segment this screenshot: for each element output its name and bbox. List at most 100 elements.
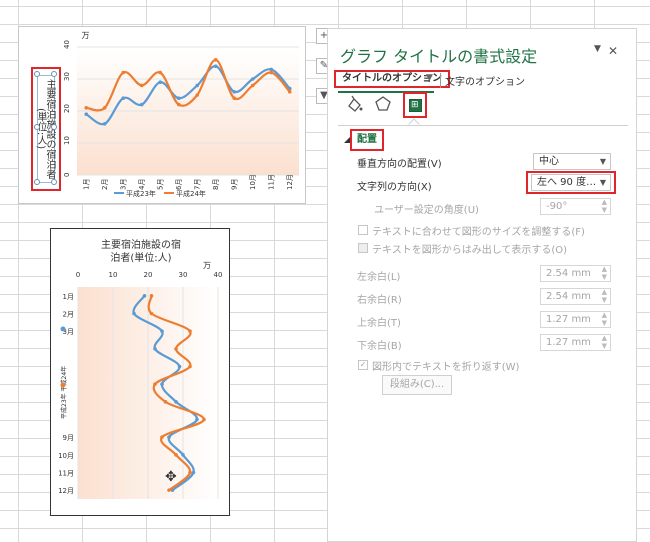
chart-bottom[interactable]: 主要宿泊施設の宿 泊者(単位:人) 万 0 10 20 30 40 1月 2月 3月 9月 10… <box>50 228 230 516</box>
chart-top-point <box>102 122 107 126</box>
chart-top-point <box>213 58 218 62</box>
chart-bottom-point <box>174 400 178 404</box>
size-properties-icon[interactable]: ⊞ <box>403 92 427 118</box>
chart-top[interactable]: 0 10 20 30 40 1月 2月 3月 4月 5月 6月 7月 8月 9月 10月 11月 12月 平成… <box>18 26 306 204</box>
chart-top-point <box>287 90 292 94</box>
chart-bottom-x-tick: 30 <box>179 271 188 279</box>
wrap-text-label: 図形内でテキストを折り返す(W) <box>372 362 520 373</box>
bottom-margin-label: 下余白(B) <box>357 341 402 352</box>
resize-handle[interactable] <box>34 124 40 130</box>
chart-bottom-point <box>149 294 154 298</box>
spinner-arrows-icon[interactable]: ▲ ▼ <box>602 265 607 281</box>
tab-text-options[interactable]: 文字のオプション <box>440 73 525 88</box>
chart-bottom-point <box>132 311 136 316</box>
text-direction-dropdown[interactable]: 左へ 90 度… ▼ <box>531 174 611 191</box>
chart-bottom-point <box>202 417 206 422</box>
pane-menu-icon[interactable]: ▼ <box>594 44 601 54</box>
chart-top-point <box>158 70 163 75</box>
pane-title: グラフ タイトルの書式設定 <box>340 47 538 66</box>
paint-bucket-icon <box>348 95 363 112</box>
chart-bottom-y-tick: 10月 <box>58 452 74 460</box>
custom-angle-spinner[interactable]: -90° ▲ ▼ <box>540 198 611 215</box>
custom-angle-label: ユーザー設定の角度(U) <box>374 205 479 216</box>
spinner-arrows-icon[interactable]: ▲ ▼ <box>602 198 607 214</box>
chart-top-y-tick: 20 <box>63 104 71 113</box>
chart-top-x-tick: 10月 <box>249 174 257 190</box>
chart-top-x-tick: 2月 <box>101 179 109 190</box>
chart-bottom-point <box>188 364 192 369</box>
chart-bottom-point <box>188 329 192 333</box>
chart-bottom-y-tick: 11月 <box>58 470 74 478</box>
chart-top-x-tick: 4月 <box>138 179 146 190</box>
section-alignment-header[interactable]: 配置 <box>350 129 384 151</box>
chart-title-selected[interactable]: 主要宿泊施設の宿泊者(単位:人) <box>31 67 61 191</box>
pentagon-icon <box>375 96 391 111</box>
tab-dropdown-icon[interactable]: ▼ <box>426 73 433 83</box>
left-margin-value: 2.54 mm <box>546 268 591 279</box>
chart-top-x-tick: 8月 <box>212 179 220 190</box>
chart-top-x-tick: 3月 <box>119 179 127 190</box>
effects-icon[interactable] <box>372 93 394 115</box>
chart-bottom-point <box>167 435 171 439</box>
chart-top-point <box>84 106 89 110</box>
chart-bottom-point <box>153 382 157 386</box>
resize-handle[interactable] <box>51 124 57 130</box>
chart-top-y-tick: 10 <box>63 136 71 145</box>
resize-handle[interactable] <box>34 179 40 185</box>
chart-bottom-point <box>177 364 182 369</box>
vertical-align-dropdown[interactable]: 中心 ▼ <box>533 153 611 170</box>
top-margin-spinner[interactable]: 1.27 mm ▲ ▼ <box>540 311 611 328</box>
resize-handle[interactable] <box>34 71 40 77</box>
chart-top-x-tick: 7月 <box>193 179 201 190</box>
chart-top-point <box>176 96 181 100</box>
chart-bottom-point <box>167 488 171 492</box>
chart-top-x-tick: 6月 <box>175 179 183 190</box>
chart-top-unit: 万 <box>81 31 90 39</box>
top-margin-value: 1.27 mm <box>546 314 591 325</box>
chevron-down-icon: ▼ <box>599 157 606 166</box>
spinner-arrows-icon[interactable]: ▲ ▼ <box>602 334 607 350</box>
chart-bottom-x-tick: 20 <box>144 271 153 279</box>
chart-top-point <box>232 96 237 100</box>
left-margin-label: 左余白(L) <box>357 272 401 283</box>
vertical-align-label: 垂直方向の配置(V) <box>357 159 442 170</box>
resize-handle[interactable] <box>51 179 57 185</box>
chart-bottom-point <box>153 347 157 351</box>
legend-label-h24: 平成24年 <box>176 189 206 198</box>
allow-overflow-checkbox[interactable] <box>358 243 368 253</box>
right-margin-label: 右余白(R) <box>357 295 402 306</box>
fill-line-icon[interactable] <box>343 93 365 115</box>
chart-bottom-y-tick: 2月 <box>63 311 74 319</box>
chart-bottom-x-tick: 0 <box>76 271 80 279</box>
left-margin-spinner[interactable]: 2.54 mm ▲ ▼ <box>540 265 611 282</box>
top-margin-label: 上余白(T) <box>357 318 401 329</box>
chart-top-point <box>269 67 274 72</box>
chart-bottom-point <box>174 347 178 351</box>
resize-shape-label: テキストに合わせて図形のサイズを調整する(F) <box>372 227 585 238</box>
spinner-arrows-icon[interactable]: ▲ ▼ <box>602 288 607 304</box>
wrap-text-checkbox[interactable]: ✓ <box>358 360 368 370</box>
close-icon[interactable]: ✕ <box>608 44 618 58</box>
chart-bottom-point <box>163 400 168 404</box>
format-chart-title-pane: グラフ タイトルの書式設定 ▼ ✕ タイトルのオプション ▼ 文字のオプション … <box>327 28 637 542</box>
chart-bottom-point <box>160 329 164 333</box>
resize-shape-checkbox[interactable] <box>358 225 368 235</box>
right-margin-spinner[interactable]: 2.54 mm ▲ ▼ <box>540 288 611 305</box>
chart-top-point <box>232 90 237 94</box>
size-properties-glyph: ⊞ <box>409 99 422 112</box>
chart-bottom-point <box>188 470 192 475</box>
chevron-down-icon: ▼ <box>599 178 606 187</box>
chart-bottom-y-tick: 9月 <box>63 434 74 442</box>
resize-handle[interactable] <box>51 71 57 77</box>
chart-bottom-point <box>149 311 154 316</box>
columns-button[interactable]: 段組み(C)... <box>382 375 452 395</box>
bottom-margin-spinner[interactable]: 1.27 mm ▲ ▼ <box>540 334 611 351</box>
chart-bottom-point <box>181 453 185 457</box>
legend-marker-h24 <box>60 382 66 388</box>
move-cursor-icon: ✥ <box>165 469 177 485</box>
chart-bottom-legend: 平成23年 平成24年 <box>60 366 68 419</box>
chart-top-plot: 0 10 20 30 40 1月 2月 3月 4月 5月 6月 7月 8月 9月 10月 11月 12月 平成… <box>63 40 299 198</box>
spinner-arrows-icon[interactable]: ▲ ▼ <box>602 311 607 327</box>
chart-bottom-point <box>191 470 196 475</box>
text-direction-value: 左へ 90 度… <box>537 177 597 188</box>
